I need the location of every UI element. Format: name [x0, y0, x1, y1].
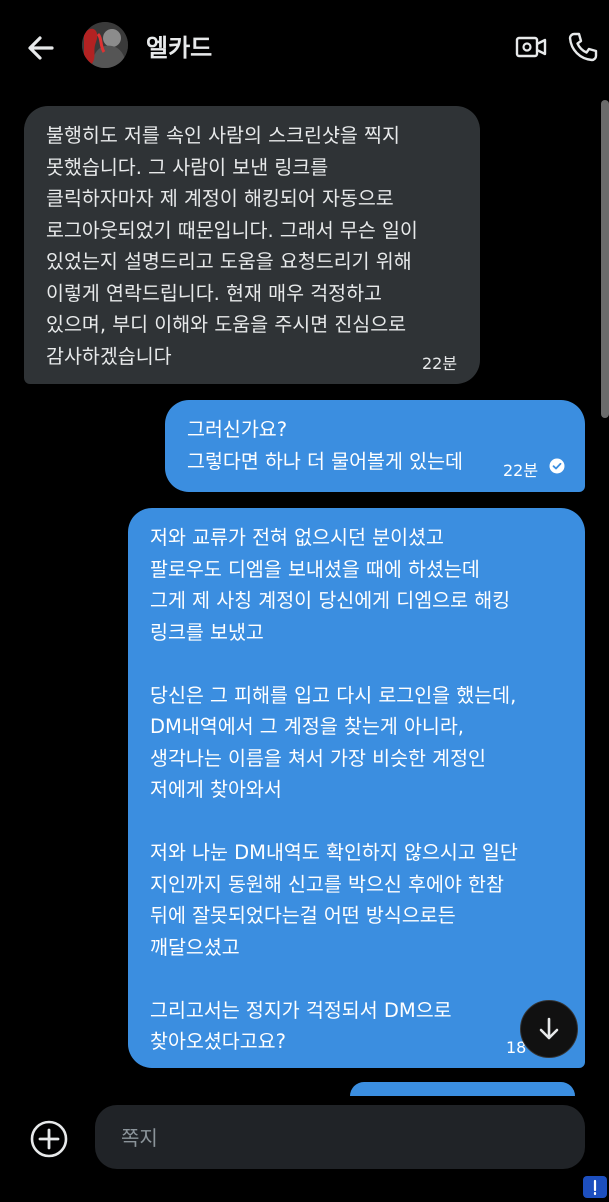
message-time: 22분 — [503, 461, 539, 480]
message-bubble[interactable]: 불행히도 저를 속인 사람의 스크린샷을 찍지 못했습니다. 그 사람이 보낸 … — [24, 106, 480, 384]
message-bubble[interactable]: 그러신가요? 그렇다면 하나 더 물어볼게 있는데 22분 — [165, 400, 585, 492]
check-circle-icon — [549, 458, 565, 474]
message-composer — [95, 1105, 585, 1169]
scroll-to-bottom-button[interactable] — [520, 1000, 578, 1058]
notification-badge[interactable] — [583, 1176, 607, 1198]
message-time: 22분 — [422, 354, 458, 373]
avatar[interactable] — [82, 22, 128, 68]
message-bubble[interactable]: 저와 교류가 전혀 없으시던 분이셨고 팔로우도 디엠을 보내셨을 때에 하셨는… — [128, 508, 585, 1068]
phone-icon — [568, 32, 598, 62]
message-bubble-partial[interactable] — [350, 1082, 575, 1096]
add-attachment-button[interactable] — [28, 1118, 70, 1160]
back-button[interactable] — [22, 30, 62, 66]
conversation-title[interactable]: 엘카드 — [146, 28, 212, 63]
scrollbar[interactable] — [601, 100, 609, 418]
plus-circle-icon — [30, 1120, 68, 1158]
message-text: 불행히도 저를 속인 사람의 스크린샷을 찍지 못했습니다. 그 사람이 보낸 … — [46, 124, 418, 368]
voice-call-button[interactable] — [566, 30, 600, 64]
video-call-button[interactable] — [514, 30, 548, 64]
video-camera-icon — [515, 36, 547, 58]
message-input[interactable] — [119, 1123, 563, 1153]
arrow-down-icon — [539, 1017, 559, 1040]
arrow-left-icon — [28, 36, 54, 60]
message-text: 저와 교류가 전혀 없으시던 분이셨고 팔로우도 디엠을 보내셨을 때에 하셨는… — [150, 526, 518, 1053]
conversation-header: 엘카드 — [0, 0, 609, 96]
